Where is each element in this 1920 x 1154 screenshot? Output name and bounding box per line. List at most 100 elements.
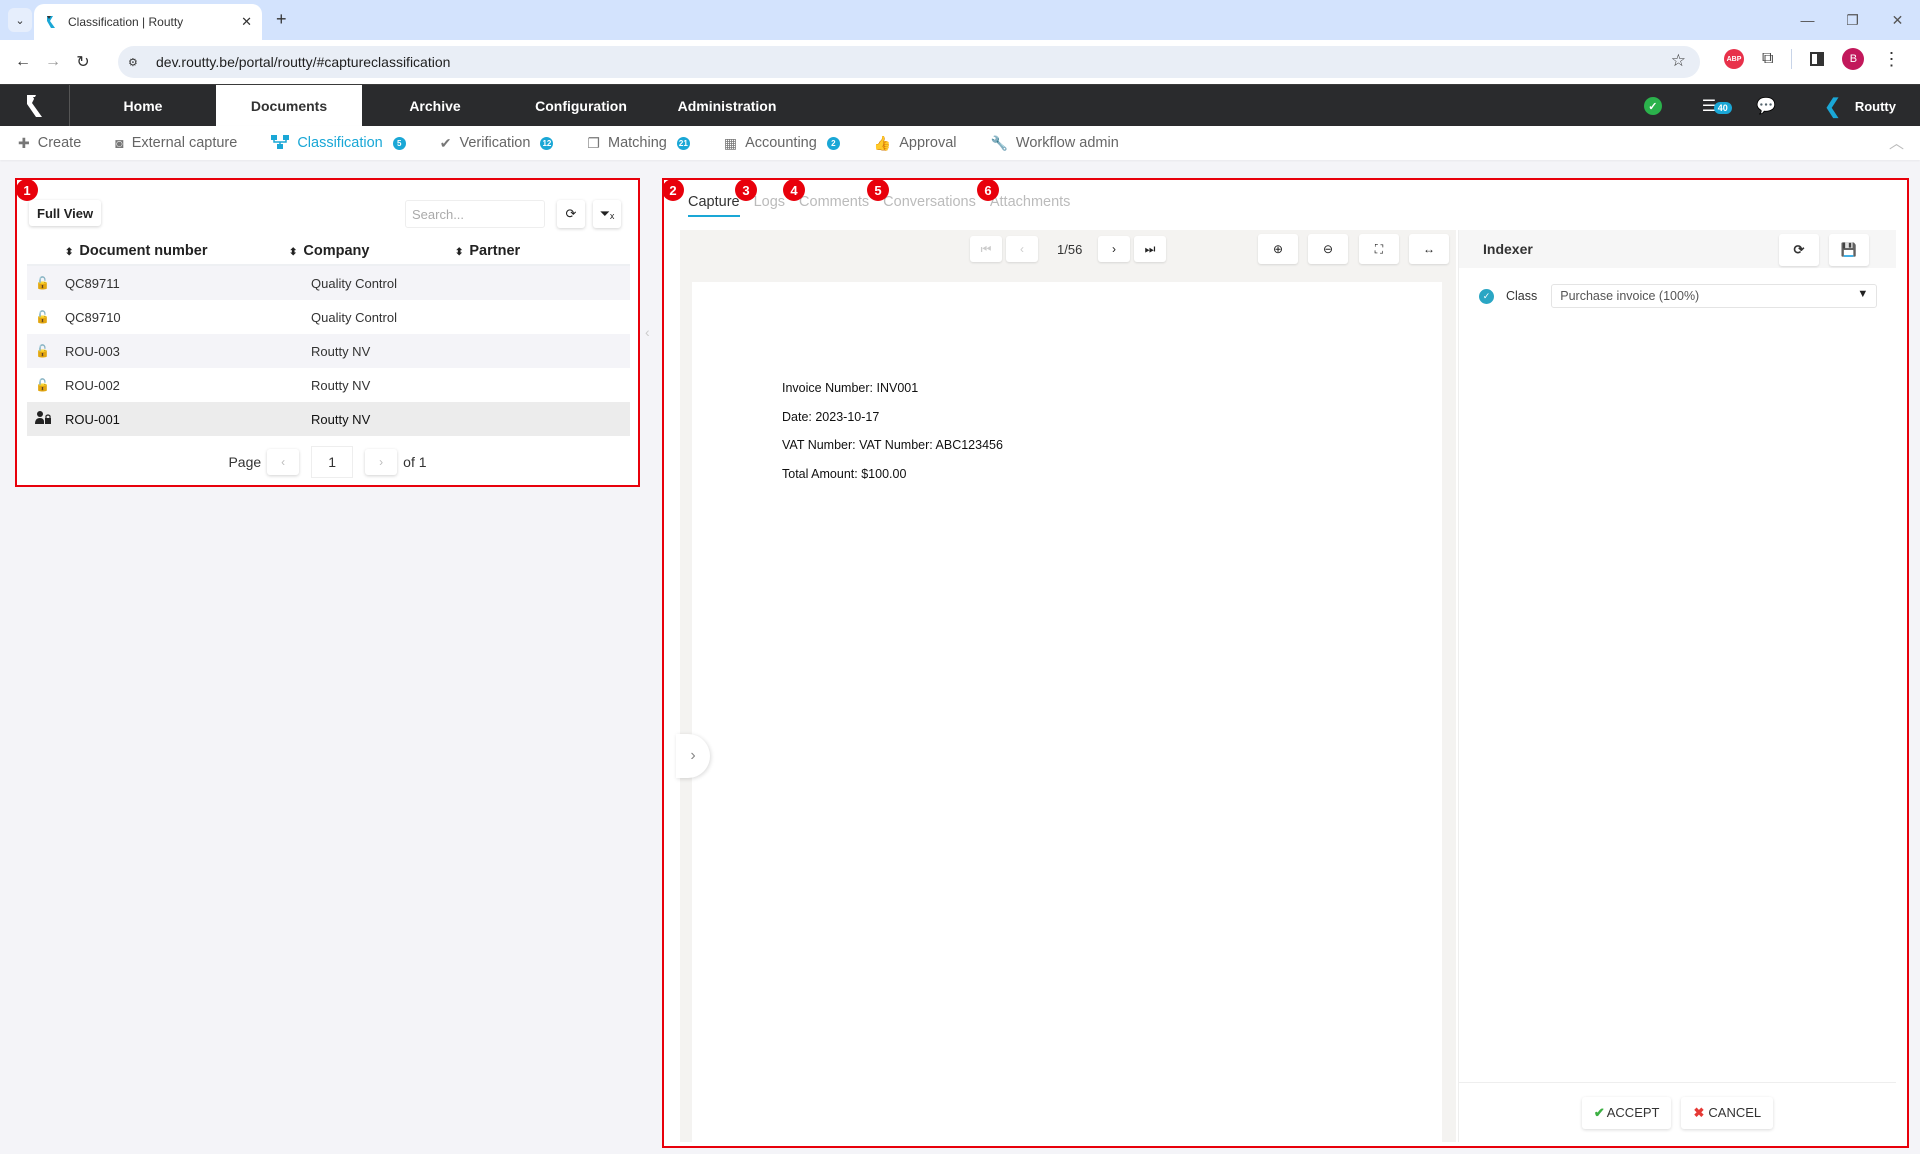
full-view-button[interactable]: Full View <box>29 200 102 226</box>
address-bar[interactable]: ⚙ dev.routty.be/portal/routty/#capturecl… <box>118 46 1700 78</box>
adblock-extension-icon[interactable]: ABP <box>1724 49 1744 69</box>
subnav-classification[interactable]: Classification 5 <box>271 134 406 152</box>
class-select[interactable]: Purchase invoice (100%) ▼ <box>1551 284 1878 308</box>
browser-tab[interactable]: Classification | Routty ✕ <box>34 4 262 40</box>
cancel-button[interactable]: ✖ CANCEL <box>1681 1096 1774 1129</box>
document-page: Invoice Number: INV001 Date: 2023-10-17 … <box>692 282 1442 1142</box>
annotation-marker-6: 6 <box>977 179 999 201</box>
user-name: Routty <box>1854 98 1896 114</box>
tab-list-button[interactable]: ⌄ <box>8 8 32 32</box>
bookmark-star-icon[interactable]: ☆ <box>1671 51 1686 71</box>
invoice-vat-line: VAT Number: VAT Number: ABC123456 <box>782 438 1003 452</box>
prev-doc-page-button[interactable]: ‹ <box>1006 236 1038 262</box>
refresh-button[interactable]: ⟳ <box>557 200 585 228</box>
prev-page-button[interactable]: ‹ <box>267 449 300 475</box>
tasks-list-icon[interactable]: ☰ 40 <box>1702 96 1732 116</box>
table-row[interactable]: 🔓 ROU-002 Routty NV <box>27 368 630 402</box>
fit-width-button[interactable]: ↔ <box>1409 234 1449 264</box>
subnav-approval[interactable]: 👍 Approval <box>874 135 957 152</box>
search-input[interactable]: Search... <box>405 200 545 228</box>
close-tab-icon[interactable]: ✕ <box>241 14 252 30</box>
next-page-button[interactable]: › <box>365 449 398 475</box>
table-row[interactable]: 🔓 ROU-003 Routty NV <box>27 334 630 368</box>
reload-button[interactable]: ↻ <box>68 47 98 77</box>
last-page-icon: ⏭ <box>1144 241 1156 256</box>
subnav-verification[interactable]: ✔ Verification 12 <box>440 135 554 152</box>
collapse-list-icon[interactable]: ‹ <box>645 324 650 340</box>
column-company[interactable]: ⬍ Company <box>287 243 453 259</box>
class-field: ✓ Class Purchase invoice (100%) ▼ <box>1479 284 1878 308</box>
column-partner[interactable]: ⬍ Partner <box>453 243 520 259</box>
routty-user-logo-icon: ❮ <box>1824 95 1841 118</box>
invoice-total-line: Total Amount: $100.00 <box>782 466 907 481</box>
arrows-horizontal-icon: ↔ <box>1423 242 1435 256</box>
chevron-left-icon: ‹ <box>1020 242 1024 256</box>
subnav-matching[interactable]: ❐ Matching 21 <box>587 135 690 152</box>
routty-logo[interactable] <box>0 85 70 127</box>
first-page-button[interactable]: ⏮ <box>970 236 1002 262</box>
tab-capture[interactable]: Capture <box>688 194 740 217</box>
status-ok-icon[interactable]: ✓ <box>1643 97 1662 115</box>
indexer-save-button[interactable]: 💾 <box>1829 234 1869 266</box>
check-circle-icon: ✔ <box>439 134 452 151</box>
profile-avatar[interactable]: B <box>1842 48 1865 70</box>
forward-button[interactable]: → <box>38 47 68 77</box>
tab-comments[interactable]: Comments <box>799 194 869 217</box>
unlocked-icon: 🔓 <box>35 378 50 392</box>
zoom-out-button[interactable]: ⊖ <box>1308 234 1348 264</box>
invoice-content: Invoice Number: INV001 Date: 2023-10-17 … <box>782 374 1003 488</box>
browser-toolbar: ← → ↻ ⚙ dev.routty.be/portal/routty/#cap… <box>0 40 1920 84</box>
page-number-input[interactable]: 1 <box>311 446 354 478</box>
user-lock-icon <box>27 411 65 427</box>
subnav-accounting[interactable]: ▦ Accounting 2 <box>724 135 840 152</box>
back-button[interactable]: ← <box>8 47 38 77</box>
subnav-label: Create <box>37 135 82 151</box>
restore-button[interactable]: ❐ <box>1830 0 1875 40</box>
valid-check-icon: ✓ <box>1479 288 1494 304</box>
zoom-in-button[interactable]: ⊕ <box>1258 234 1298 264</box>
plus-icon: ✚ <box>18 134 30 151</box>
accept-button[interactable]: ✔ ACCEPT <box>1581 1096 1672 1129</box>
subnav-label: Accounting <box>745 135 817 151</box>
annotation-marker-1: 1 <box>16 179 38 201</box>
indexer-panel: Indexer ⟳ 💾 ✓ Class Purchase invoice (10… <box>1458 230 1896 1142</box>
last-page-button[interactable]: ⏭ <box>1134 236 1166 262</box>
filter-clear-icon: ⏷ₓ <box>599 206 615 221</box>
site-info-icon[interactable]: ⚙ <box>128 56 148 69</box>
tab-conversations[interactable]: Conversations <box>883 194 976 217</box>
next-doc-page-button[interactable]: › <box>1098 236 1130 262</box>
collapse-subnav-icon[interactable]: ︿ <box>1889 132 1904 153</box>
document-detail-panel: Capture Logs Comments Conversations Atta… <box>662 178 1909 1148</box>
nav-archive[interactable]: Archive <box>362 85 508 127</box>
nav-configuration[interactable]: Configuration <box>508 85 654 127</box>
expand-icon: ⛶ <box>1374 241 1384 256</box>
chat-icon[interactable]: 💬 <box>1756 96 1776 116</box>
table-row[interactable]: 🔓 QC89711 Quality Control <box>27 266 630 300</box>
close-window-button[interactable]: ✕ <box>1875 0 1920 40</box>
documents-subnav: ✚ Create ◙ External capture Classificati… <box>0 126 1920 160</box>
user-menu[interactable]: ❮ Routty <box>1824 94 1896 119</box>
document-table: ⬍ Document number ⬍ Company ⬍ Partner 🔓 QC8… <box>27 238 630 436</box>
nav-administration[interactable]: Administration <box>654 85 800 127</box>
minimize-button[interactable]: — <box>1785 0 1830 40</box>
side-panel-icon[interactable] <box>1810 52 1825 66</box>
extensions-puzzle-icon[interactable]: ⧉ <box>1762 50 1773 68</box>
subnav-workflow-admin[interactable]: 🔧 Workflow admin <box>990 135 1118 152</box>
clear-filter-button[interactable]: ⏷ₓ <box>593 200 621 228</box>
new-tab-button[interactable]: + <box>276 9 287 30</box>
nav-home[interactable]: Home <box>70 85 216 127</box>
subnav-label: Verification <box>459 135 531 151</box>
nav-documents[interactable]: Documents <box>216 85 362 127</box>
indexer-header: Indexer ⟳ 💾 <box>1459 230 1896 268</box>
tab-attachments[interactable]: Attachments <box>990 194 1071 217</box>
tab-logs[interactable]: Logs <box>754 194 785 217</box>
fit-page-button[interactable]: ⛶ <box>1359 234 1399 264</box>
subnav-create[interactable]: ✚ Create <box>18 135 81 152</box>
browser-menu-icon[interactable]: ⋮ <box>1882 49 1900 70</box>
column-document-number[interactable]: ⬍ Document number <box>27 243 287 259</box>
url-text[interactable]: dev.routty.be/portal/routty/#captureclas… <box>156 54 450 70</box>
table-row-selected[interactable]: ROU-001 Routty NV <box>27 402 630 436</box>
indexer-refresh-button[interactable]: ⟳ <box>1779 234 1819 266</box>
subnav-external-capture[interactable]: ◙ External capture <box>115 135 237 151</box>
table-row[interactable]: 🔓 QC89710 Quality Control <box>27 300 630 334</box>
